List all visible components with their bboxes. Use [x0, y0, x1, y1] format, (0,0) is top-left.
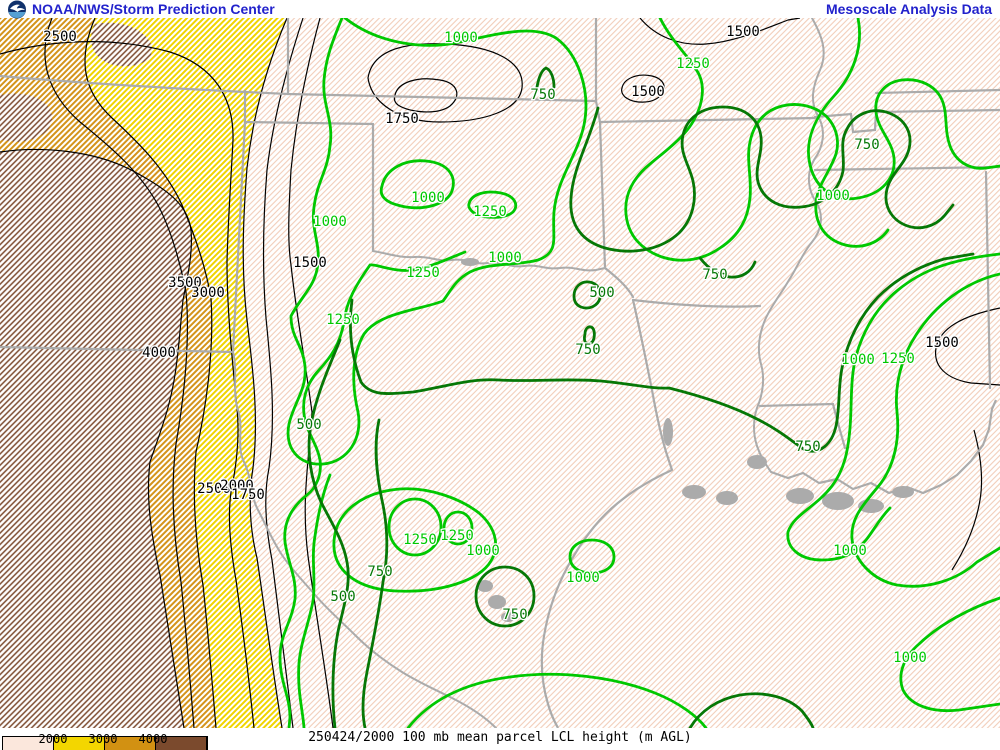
- mesoscale-analysis-link[interactable]: Mesoscale Analysis Data: [826, 1, 992, 17]
- lake-7: [663, 418, 673, 446]
- contour-label-1250: 1250: [440, 528, 474, 544]
- contour-label-1000: 1000: [833, 543, 867, 559]
- contour-label-1000: 1000: [313, 214, 347, 230]
- lake-0: [747, 455, 767, 469]
- contour-label-1000: 1000: [841, 352, 875, 368]
- lake-3: [786, 488, 814, 504]
- page-footer: 200030004000 250424/2000 100 mb mean par…: [0, 728, 1000, 750]
- contour-label-1250: 1250: [326, 312, 360, 328]
- contour-label-1250: 1250: [676, 56, 710, 72]
- contour-label-1250: 1250: [473, 204, 507, 220]
- contour-label-1750: 1750: [231, 487, 265, 503]
- contour-label-1000: 1000: [893, 650, 927, 666]
- contour-label-500: 500: [330, 589, 355, 605]
- contour-label-1000: 1000: [411, 190, 445, 206]
- contour-label-1000: 1000: [466, 543, 500, 559]
- contour-label-3000: 3000: [191, 285, 225, 301]
- mesoanalysis-map: 1000125010001250100010001250125010001000…: [0, 0, 1000, 750]
- lake-6: [892, 486, 914, 498]
- contour-label-500: 500: [589, 285, 614, 301]
- contour-label-1000: 1000: [444, 30, 478, 46]
- contour-label-4000: 4000: [142, 345, 176, 361]
- lake-1: [716, 491, 738, 505]
- contour-label-1250: 1250: [881, 351, 915, 367]
- contour-label-1500: 1500: [631, 84, 665, 100]
- contour-label-750: 750: [502, 607, 527, 623]
- contour-label-750: 750: [854, 137, 879, 153]
- contour-label-750: 750: [795, 439, 820, 455]
- contour-label-1000: 1000: [566, 570, 600, 586]
- spc-mesoanalysis-page: 1000125010001250100010001250125010001000…: [0, 0, 1000, 750]
- contour-label-1500: 1500: [726, 24, 760, 40]
- contour-label-1000: 1000: [488, 250, 522, 266]
- contour-label-1250: 1250: [406, 265, 440, 281]
- contour-label-750: 750: [702, 267, 727, 283]
- contour-label-1500: 1500: [925, 335, 959, 351]
- contour-label-1500: 1500: [293, 255, 327, 271]
- contour-label-1000: 1000: [816, 188, 850, 204]
- lake-2: [682, 485, 706, 499]
- contour-label-750: 750: [530, 87, 555, 103]
- contour-label-750: 750: [575, 342, 600, 358]
- contour-label-1750: 1750: [385, 111, 419, 127]
- contour-label-750: 750: [367, 564, 392, 580]
- contour-label-500: 500: [296, 417, 321, 433]
- contour-label-1250: 1250: [403, 532, 437, 548]
- page-header: NOAA/NWS/Storm Prediction Center Mesosca…: [0, 0, 1000, 18]
- lake-4: [822, 492, 854, 510]
- spc-title-link[interactable]: NOAA/NWS/Storm Prediction Center: [32, 1, 275, 17]
- contour-label-2500: 2500: [43, 29, 77, 45]
- noaa-logo-icon: [7, 0, 28, 19]
- map-caption: 250424/2000 100 mb mean parcel LCL heigh…: [0, 730, 1000, 745]
- lake-11: [461, 258, 479, 266]
